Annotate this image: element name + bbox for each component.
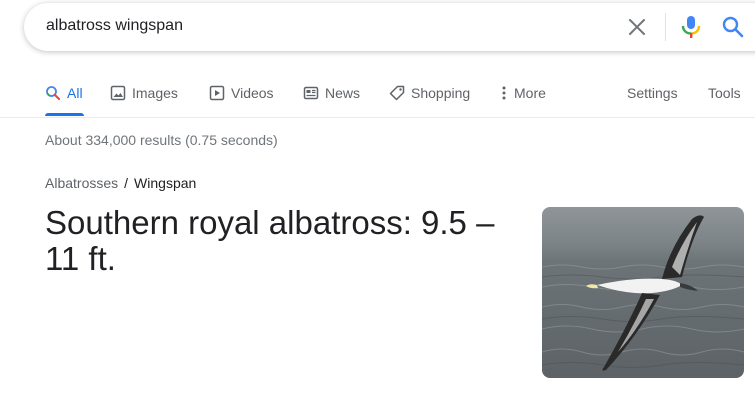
tab-shopping[interactable]: Shopping [389,80,470,116]
tab-news[interactable]: News [303,80,360,116]
search-input[interactable]: albatross wingspan [46,17,183,35]
breadcrumb: Albatrosses / Wingspan [45,175,196,191]
tab-label: Shopping [411,85,471,101]
tools-link[interactable]: Tools [708,80,741,116]
image-icon [110,85,126,101]
tab-label: All [67,85,83,101]
search-submit-button[interactable] [722,16,744,38]
clear-search-button[interactable] [627,17,647,37]
search-icon [46,86,60,100]
voice-search-button[interactable] [680,15,702,39]
tag-icon [389,85,405,101]
tab-label: Images [132,85,178,101]
tab-label: Videos [231,85,274,101]
breadcrumb-separator: / [124,175,129,191]
news-icon [303,86,319,100]
search-icon [722,16,744,38]
search-tabs: All Images Videos News Shopping More Set… [0,80,755,118]
tab-videos[interactable]: Videos [209,80,274,116]
tab-all[interactable]: All [45,80,84,116]
breadcrumb-parent-link[interactable]: Albatrosses [45,175,118,191]
tabs-divider [0,117,755,118]
tools-label: Tools [708,85,741,101]
result-stats: About 334,000 results (0.75 seconds) [45,132,278,148]
search-bar-divider [665,13,666,41]
albatross-photo[interactable] [542,207,744,378]
video-icon [209,85,225,101]
tab-images[interactable]: Images [110,80,178,116]
tab-label: More [514,85,546,101]
settings-label: Settings [627,85,678,101]
close-icon [629,19,645,35]
more-vert-icon [502,86,506,100]
breadcrumb-current: Wingspan [134,175,197,191]
featured-answer: Southern royal albatross: 9.5 – 11 ft. [45,204,495,277]
microphone-icon [681,16,701,38]
settings-link[interactable]: Settings [627,80,678,116]
search-bar[interactable]: albatross wingspan [24,3,755,51]
tab-more[interactable]: More [500,80,546,116]
tab-label: News [325,85,361,101]
